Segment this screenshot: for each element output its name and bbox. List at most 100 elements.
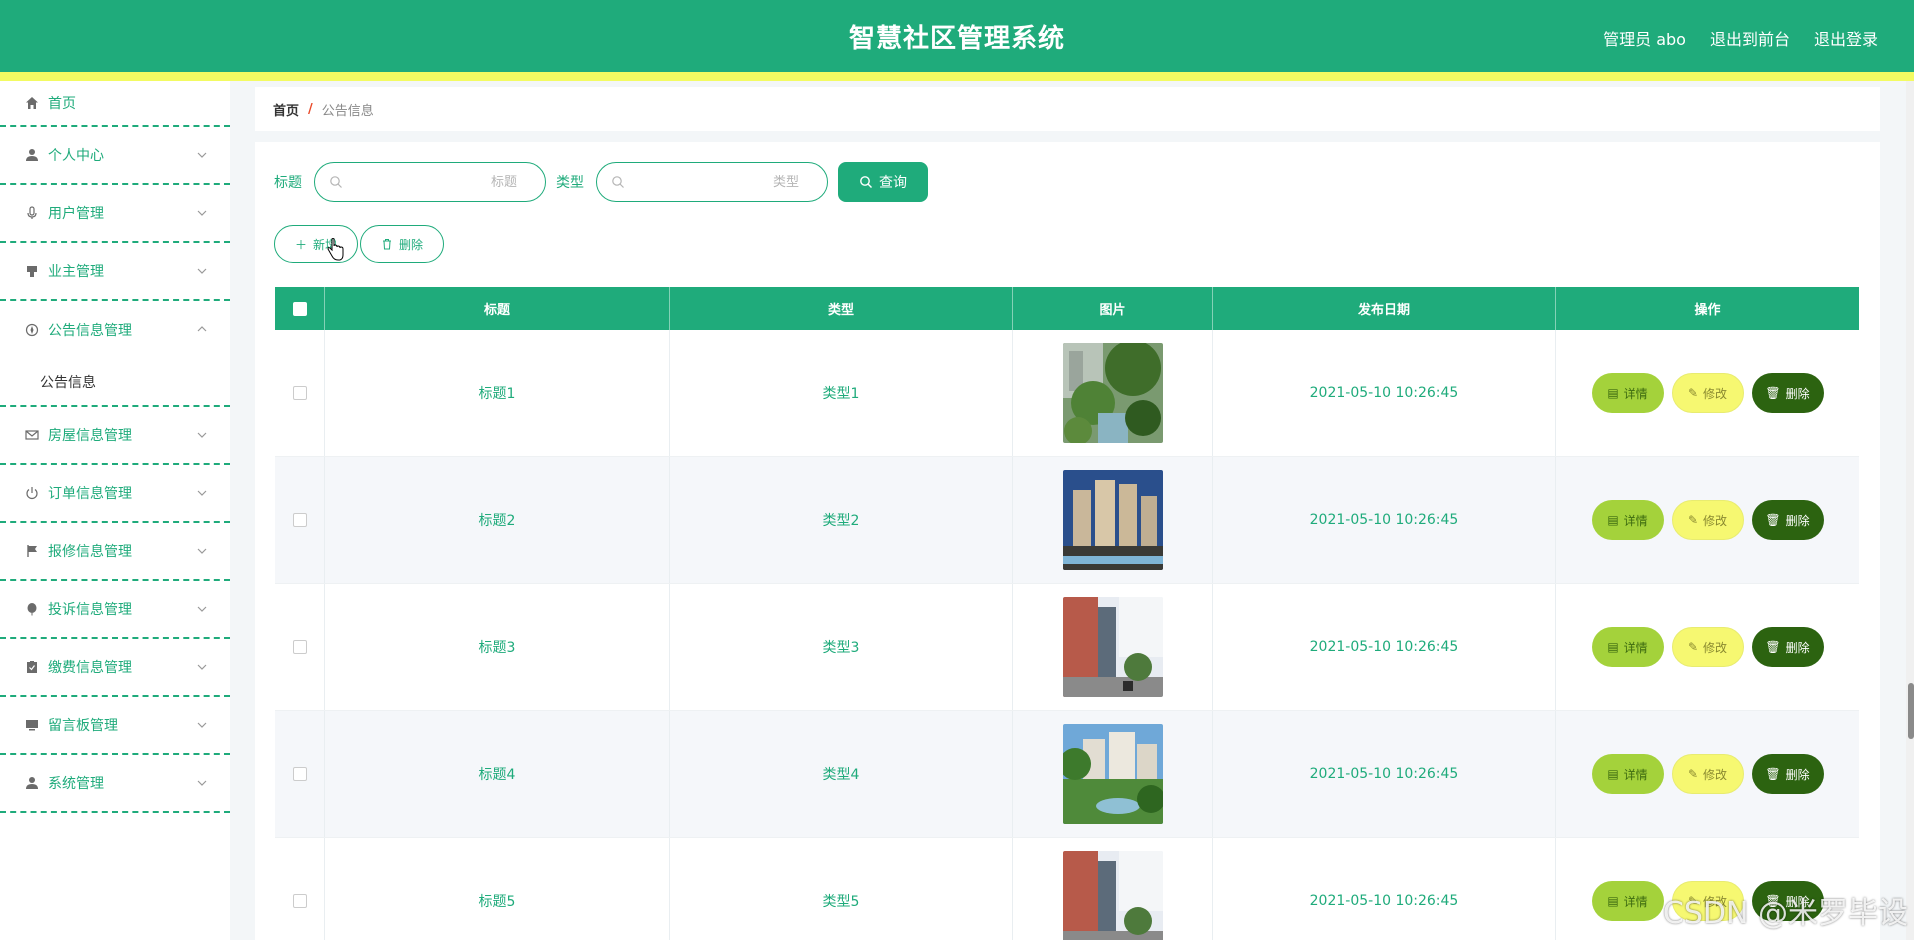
breadcrumb-home[interactable]: 首页 (273, 100, 299, 119)
row-image-street[interactable] (1062, 851, 1163, 940)
pen-icon: ✎ (1687, 513, 1699, 527)
notice-table: 标题 类型 图片 发布日期 操作 标题1 类型1 2021-05-10 10:2… (275, 287, 1859, 940)
chevron-down-icon (197, 722, 207, 728)
detail-label: 详情 (1623, 894, 1648, 909)
chevron-up-icon (197, 326, 207, 332)
detail-button[interactable]: ▤ 详情 (1591, 373, 1664, 413)
detail-button[interactable]: ▤ 详情 (1591, 500, 1664, 540)
sidebar-subitem-notice-info[interactable]: 公告信息 (0, 359, 230, 407)
scrollbar-track[interactable] (1906, 81, 1914, 940)
add-button[interactable]: ＋ 新增 (274, 225, 358, 263)
sidebar-item-home[interactable]: 首页 (0, 81, 230, 127)
delete-label: 删除 (1785, 386, 1810, 401)
trash-icon: 🗑 (1765, 767, 1781, 781)
trash-icon: 🗑 (1765, 640, 1781, 654)
home-icon (24, 95, 40, 111)
clipboard-icon (24, 659, 40, 675)
row-type: 类型1 (670, 330, 1013, 456)
sidebar-item-message-board[interactable]: 留言板管理 (0, 697, 230, 755)
action-bar: ＋ 新增 删除 (274, 225, 444, 263)
batch-delete-button[interactable]: 删除 (360, 225, 444, 263)
delete-button[interactable]: 🗑 删除 (1751, 754, 1824, 794)
row-select-cell (275, 457, 325, 583)
sidebar-item-label: 投诉信息管理 (48, 602, 132, 618)
query-button[interactable]: 查询 (838, 162, 928, 202)
sidebar-item-personal-center[interactable]: 个人中心 (0, 127, 230, 185)
row-image-cell (1013, 711, 1213, 837)
sidebar-item-label: 订单信息管理 (48, 486, 132, 502)
delete-label: 删除 (1785, 513, 1810, 528)
row-actions: ▤ 详情 ✎ 修改 🗑 删除 (1556, 457, 1859, 583)
breadcrumb-separator: / (308, 101, 313, 117)
row-checkbox[interactable] (292, 894, 307, 908)
table-row: 标题3 类型3 2021-05-10 10:26:45 ▤ 详情 ✎ 修改 🗑 删除 (275, 584, 1859, 711)
sidebar-item-complaint-management[interactable]: 投诉信息管理 (0, 581, 230, 639)
table-row: 标题5 类型5 2021-05-10 10:26:45 ▤ 详情 ✎ 修改 🗑 删除 (275, 838, 1859, 940)
search-icon (860, 176, 872, 188)
sidebar-item-order-management[interactable]: 订单信息管理 (0, 465, 230, 523)
detail-button[interactable]: ▤ 详情 (1591, 881, 1664, 921)
edit-button[interactable]: ✎ 修改 (1671, 754, 1744, 794)
delete-button[interactable]: 🗑 删除 (1751, 627, 1824, 667)
row-image-garden[interactable] (1062, 343, 1163, 443)
header-links: 管理员 abo 退出到前台 退出登录 (1603, 26, 1878, 50)
sidebar-item-owner-management[interactable]: 业主管理 (0, 243, 230, 301)
row-checkbox[interactable] (292, 513, 307, 527)
sidebar-item-label: 业主管理 (48, 264, 104, 280)
sidebar-item-label: 系统管理 (48, 776, 104, 792)
row-select-cell (275, 838, 325, 940)
chevron-down-icon (197, 664, 207, 670)
chevron-down-icon (197, 152, 207, 158)
search-icon (612, 176, 624, 188)
edit-button[interactable]: ✎ 修改 (1671, 627, 1744, 667)
power-icon (24, 485, 40, 501)
row-image-towers[interactable] (1062, 470, 1163, 570)
title-search-input[interactable] (343, 174, 531, 190)
sidebar-item-house-management[interactable]: 房屋信息管理 (0, 407, 230, 465)
chevron-down-icon (197, 210, 207, 216)
type-search-input[interactable] (625, 174, 813, 190)
row-image-complex[interactable] (1062, 724, 1163, 824)
sidebar-item-label: 留言板管理 (48, 718, 118, 734)
sidebar-item-user-management[interactable]: 用户管理 (0, 185, 230, 243)
mail-icon (24, 427, 40, 443)
detail-button[interactable]: ▤ 详情 (1591, 754, 1664, 794)
type-filter-label: 类型 (556, 175, 584, 191)
edit-button[interactable]: ✎ 修改 (1671, 373, 1744, 413)
sidebar-item-repair-management[interactable]: 报修信息管理 (0, 523, 230, 581)
row-checkbox[interactable] (292, 386, 307, 400)
row-checkbox[interactable] (292, 640, 307, 654)
row-date: 2021-05-10 10:26:45 (1213, 330, 1556, 456)
pen-icon: ✎ (1687, 640, 1699, 654)
query-button-label: 查询 (879, 175, 907, 191)
sidebar-item-notice-management[interactable]: 公告信息管理 (0, 301, 230, 359)
scrollbar-thumb[interactable] (1908, 683, 1914, 739)
chevron-down-icon (197, 268, 207, 274)
sidebar-item-label: 报修信息管理 (48, 544, 132, 560)
row-image-street[interactable] (1062, 597, 1163, 697)
delete-button[interactable]: 🗑 删除 (1751, 373, 1824, 413)
row-date: 2021-05-10 10:26:45 (1213, 457, 1556, 583)
row-image-cell (1013, 330, 1213, 456)
sidebar-item-label: 房屋信息管理 (48, 428, 132, 444)
delete-button[interactable]: 🗑 删除 (1751, 500, 1824, 540)
sidebar-item-payment-management[interactable]: 缴费信息管理 (0, 639, 230, 697)
sidebar-item-label: 公告信息管理 (48, 323, 132, 339)
sidebar-item-system-management[interactable]: 系统管理 (0, 755, 230, 813)
table-row: 标题2 类型2 2021-05-10 10:26:45 ▤ 详情 ✎ 修改 🗑 删除 (275, 457, 1859, 584)
file-icon: ▤ (1607, 386, 1619, 400)
edit-button[interactable]: ✎ 修改 (1671, 500, 1744, 540)
trash-icon (382, 239, 391, 250)
select-all-checkbox[interactable] (292, 301, 307, 316)
column-header-image: 图片 (1013, 287, 1213, 330)
select-all-cell (275, 287, 325, 330)
plus-icon: ＋ (294, 237, 307, 252)
back-to-front-link[interactable]: 退出到前台 (1710, 26, 1790, 50)
chevron-down-icon (197, 490, 207, 496)
chevron-down-icon (197, 606, 207, 612)
monitor-icon (24, 717, 40, 733)
row-checkbox[interactable] (292, 767, 307, 781)
admin-user-label[interactable]: 管理员 abo (1603, 26, 1686, 50)
logout-link[interactable]: 退出登录 (1814, 26, 1878, 50)
detail-button[interactable]: ▤ 详情 (1591, 627, 1664, 667)
